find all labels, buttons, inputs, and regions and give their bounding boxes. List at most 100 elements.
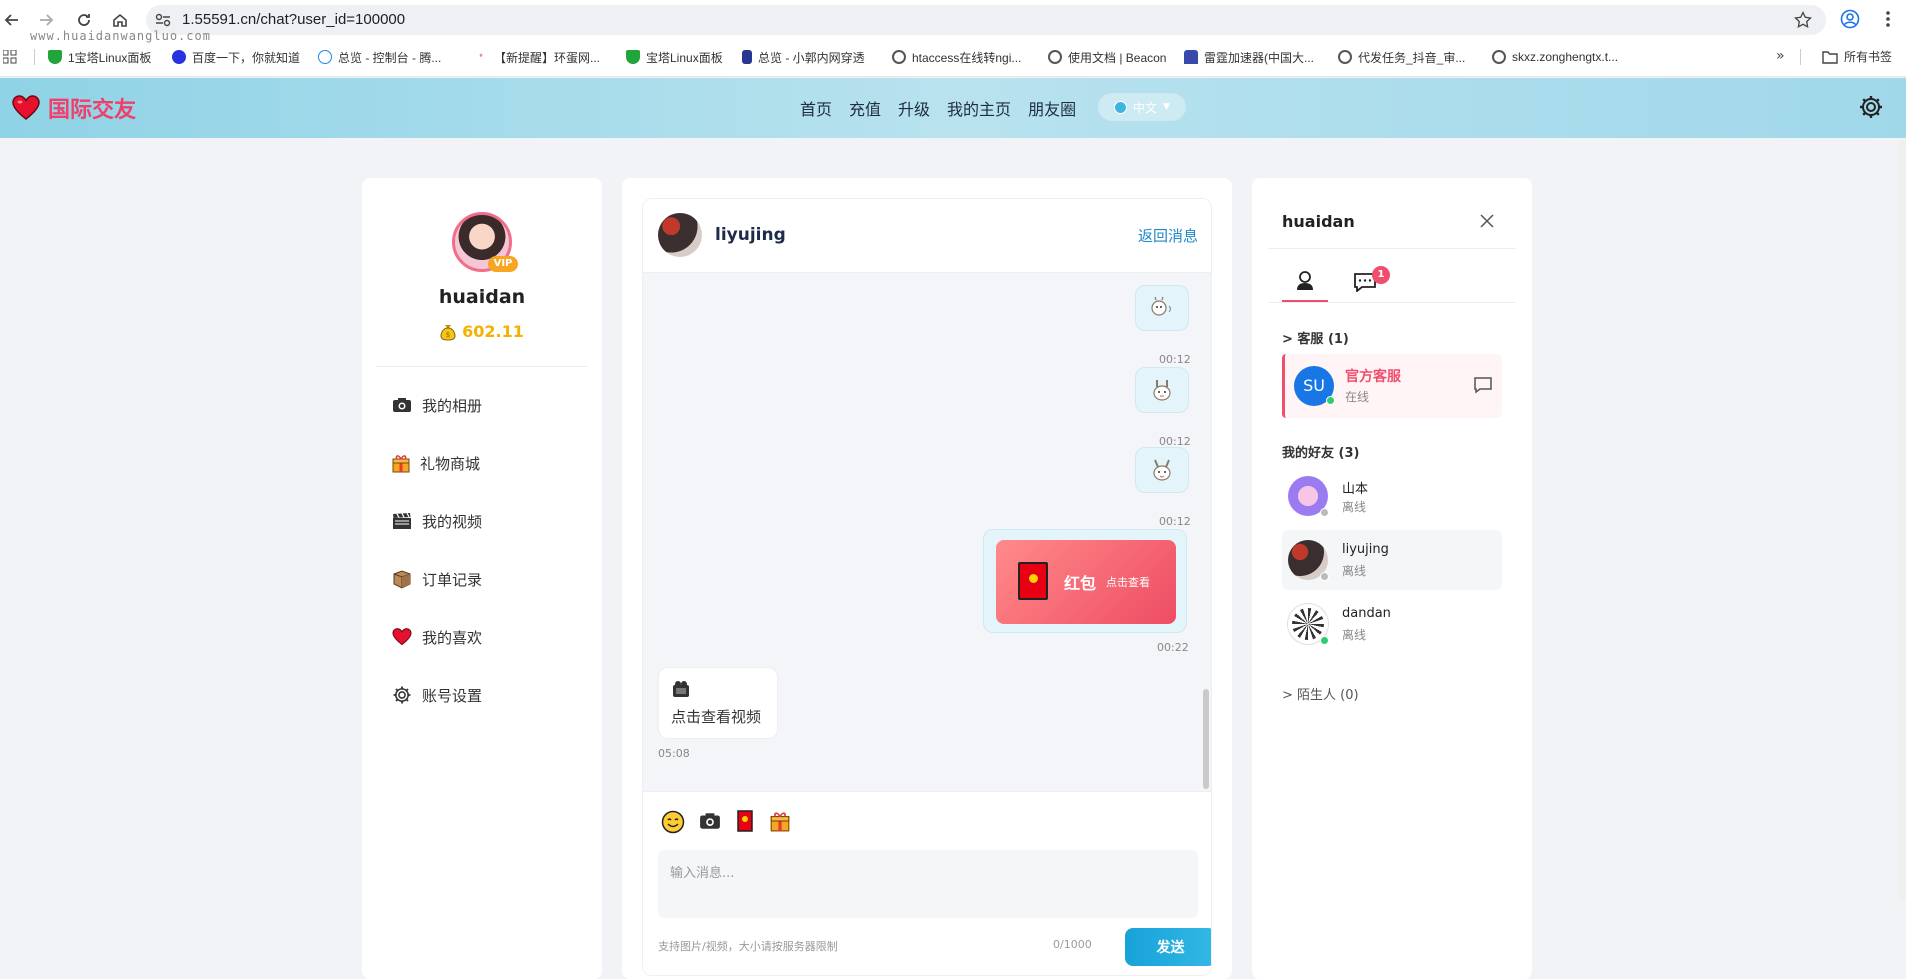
language-label: 中文 (1133, 100, 1158, 115)
chat-header: liyujing 返回消息 (643, 199, 1211, 273)
bookmark-label: 宝塔Linux面板 (646, 50, 723, 65)
message-scrollbar[interactable] (1203, 689, 1209, 789)
bookmark-favicon-icon (172, 50, 186, 64)
video-message[interactable]: 点击查看视频 (658, 667, 778, 739)
message-list[interactable]: 00:12 00:12 00:12 红包 点击查看 00:22 点击查看视频 0… (643, 273, 1211, 791)
unread-badge: 1 (1372, 266, 1390, 284)
clapper-icon (393, 512, 411, 529)
menu-orders[interactable]: 订单记录 (392, 566, 482, 592)
message-time: 00:12 (1159, 353, 1191, 366)
friend-item[interactable]: 山本 离线 (1282, 466, 1502, 526)
bookmark-item[interactable]: htaccess在线转ngi... (892, 48, 1021, 66)
message-time: 00:22 (1157, 641, 1189, 654)
bookmark-star-icon[interactable] (1794, 11, 1812, 29)
menu-my-likes[interactable]: 我的喜欢 (392, 624, 482, 650)
menu-my-videos[interactable]: 我的视频 (392, 508, 482, 534)
menu-label: 我的喜欢 (422, 628, 483, 647)
bookmark-item[interactable]: 1宝塔Linux面板 (48, 48, 151, 66)
gift-icon[interactable] (770, 810, 790, 832)
chat-partner-avatar[interactable] (658, 213, 702, 257)
tab-messages[interactable]: 1 (1342, 264, 1390, 302)
camera-icon (393, 398, 411, 412)
menu-label: 我的相册 (422, 396, 483, 415)
bookmark-item[interactable]: 使用文档 | Beacon (1048, 48, 1167, 66)
gift-icon (392, 455, 410, 473)
globe-icon (1048, 50, 1062, 64)
bookmark-item[interactable]: 总览 - 小郭内网穿透 (742, 48, 865, 66)
vip-badge: VIP (488, 256, 518, 272)
sticker-message[interactable] (1135, 447, 1189, 493)
bookmark-item[interactable]: 总览 - 控制台 - 腾... (318, 48, 441, 66)
bookmark-item[interactable]: 代发任务_抖音_审... (1338, 48, 1465, 66)
avatar[interactable]: VIP (452, 212, 518, 272)
gear-icon (393, 686, 411, 704)
section-customer-service[interactable]: > 客服 (1) (1282, 328, 1349, 347)
red-packet-card[interactable]: 红包 点击查看 (996, 540, 1176, 624)
site-settings-icon[interactable] (154, 11, 172, 29)
apps-grid-icon[interactable] (3, 50, 17, 64)
nav-moments[interactable]: 朋友圈 (1028, 96, 1076, 120)
bookmark-favicon-icon (742, 50, 752, 64)
heart-logo-icon (12, 95, 40, 120)
friend-item[interactable]: dandan 离线 (1282, 594, 1502, 654)
page-scrollbar[interactable] (1898, 140, 1906, 900)
url-text[interactable]: 1.55591.cn/chat?user_id=100000 (182, 11, 405, 28)
chat-card: liyujing 返回消息 00:12 00:12 00:12 红包 点击查看 … (622, 178, 1232, 979)
bookmark-divider (1800, 49, 1801, 65)
menu-gift-shop[interactable]: 礼物商城 (392, 450, 480, 476)
sticker-message[interactable] (1135, 285, 1189, 331)
back-icon[interactable] (0, 8, 24, 32)
nav-recharge[interactable]: 充值 (849, 96, 881, 120)
contact-status: 离线 (1342, 500, 1367, 514)
bookmark-favicon-icon: * (474, 50, 488, 64)
red-envelope-icon[interactable] (737, 810, 753, 832)
send-button[interactable]: 发送 (1125, 928, 1211, 966)
balance-value: 602.11 (462, 322, 524, 341)
site-logo[interactable]: 国际交友 (12, 92, 136, 124)
bookmark-favicon-icon (626, 50, 640, 64)
language-select[interactable]: 中文 ▼ (1098, 93, 1186, 121)
menu-my-album[interactable]: 我的相册 (392, 392, 482, 418)
close-icon[interactable] (1480, 214, 1494, 228)
message-input[interactable] (658, 850, 1198, 918)
menu-label: 订单记录 (422, 570, 483, 589)
red-packet-subtitle: 点击查看 (1106, 576, 1150, 589)
bookmark-label: 总览 - 控制台 - 腾... (338, 50, 442, 65)
back-to-messages-link[interactable]: 返回消息 (1138, 225, 1198, 246)
chat-window: liyujing 返回消息 00:12 00:12 00:12 红包 点击查看 … (642, 198, 1212, 976)
contact-customer-service[interactable]: SU 官方客服 在线 (1282, 354, 1502, 418)
section-strangers[interactable]: > 陌生人 (0) (1282, 684, 1359, 703)
red-packet-message[interactable]: 红包 点击查看 (983, 529, 1187, 633)
svg-text:$: $ (446, 331, 450, 339)
bookmark-item[interactable]: * 【新提醒】环蛋网... (474, 48, 600, 66)
coin-balance: $ 602.11 (362, 322, 602, 341)
contact-status: 离线 (1342, 564, 1367, 578)
section-my-friends[interactable]: 我的好友 (3) (1282, 442, 1359, 461)
settings-gear-icon[interactable] (1858, 94, 1884, 120)
bookmarks-overflow-button[interactable]: » (1776, 48, 1785, 64)
bookmark-item[interactable]: 百度一下，你就知道 (172, 48, 300, 66)
sticker-message[interactable] (1135, 367, 1189, 413)
menu-account-settings[interactable]: 账号设置 (392, 682, 482, 708)
bookmark-item[interactable]: 雷霆加速器(中国大... (1184, 48, 1314, 66)
all-bookmarks-button[interactable]: 所有书签 (1822, 48, 1892, 65)
chat-partner-name: liyujing (715, 225, 786, 245)
bookmark-item[interactable]: 宝塔Linux面板 (626, 48, 723, 66)
tab-contacts[interactable] (1282, 264, 1328, 302)
top-nav: 首页 充值 升级 我的主页 朋友圈 (800, 96, 1076, 120)
emoji-icon[interactable] (661, 810, 685, 834)
message-icon[interactable] (1473, 376, 1493, 394)
contact-name: 山本 (1342, 482, 1369, 497)
contacts-panel: huaidan 1 > 客服 (1) SU 官方客服 在线 我的好友 (3) 山… (1252, 178, 1532, 979)
nav-home[interactable]: 首页 (800, 96, 832, 120)
browser-menu-icon[interactable] (1878, 9, 1898, 29)
nav-upgrade[interactable]: 升级 (898, 96, 930, 120)
address-bar[interactable]: 1.55591.cn/chat?user_id=100000 (146, 5, 1826, 35)
friend-item[interactable]: liyujing 离线 (1282, 530, 1502, 590)
contact-status: 离线 (1342, 628, 1367, 642)
profile-icon[interactable] (1840, 9, 1860, 29)
message-composer: 支持图片/视频，大小请按服务器限制 0/1000 发送 (643, 791, 1211, 975)
camera-icon[interactable] (699, 812, 721, 830)
nav-my-homepage[interactable]: 我的主页 (947, 96, 1011, 120)
bookmark-item[interactable]: skxz.zonghengtx.t... (1492, 48, 1618, 66)
